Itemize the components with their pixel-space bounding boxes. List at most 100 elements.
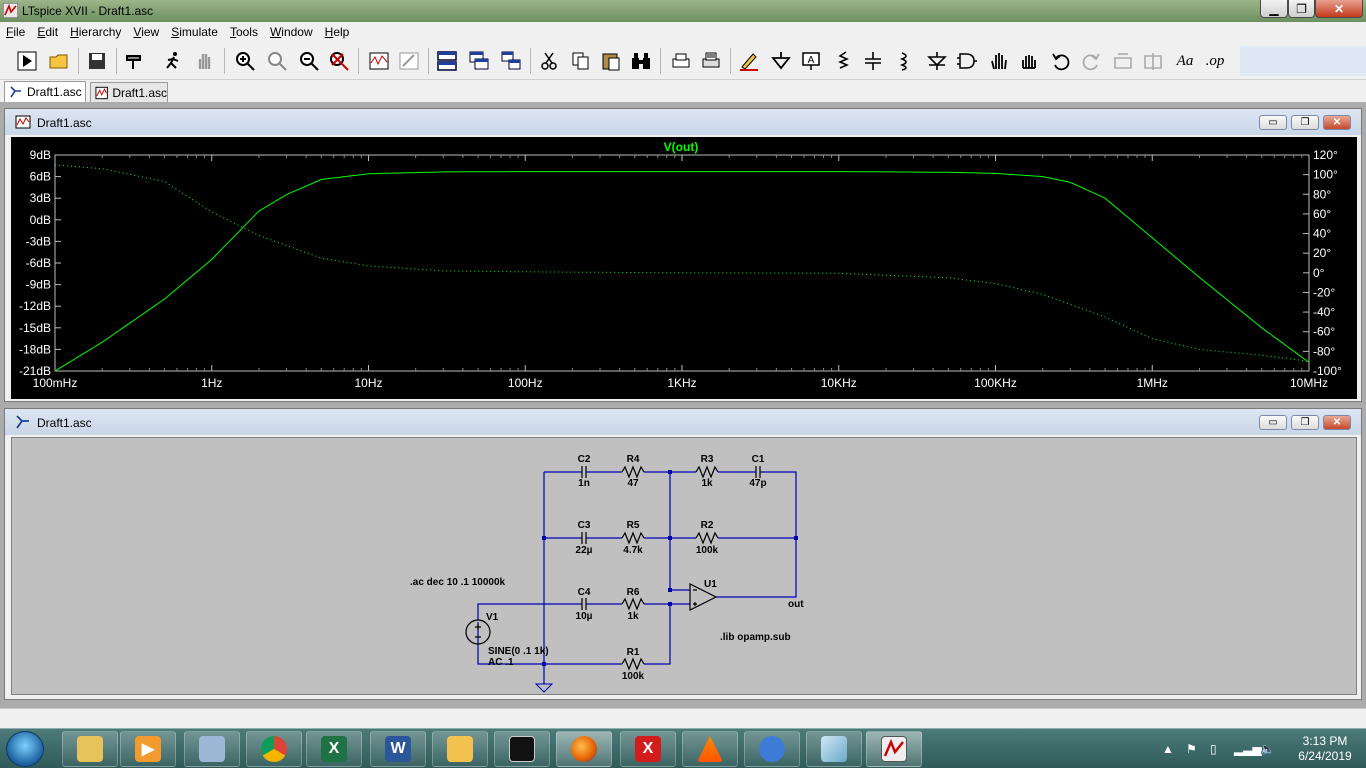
- text-button[interactable]: Aa: [1172, 48, 1198, 74]
- schematic-maximize-button[interactable]: ❐: [1291, 415, 1319, 430]
- r3-label[interactable]: R3: [701, 454, 714, 465]
- v1-sine-value[interactable]: SINE(0 .1 1k): [488, 646, 549, 657]
- schematic-minimize-button[interactable]: ▭: [1259, 415, 1287, 430]
- waveform-plot[interactable]: 100mHz 1Hz 10Hz 100Hz 1KHz 10KHz 100KHz 1MHz 10M…: [11, 137, 1357, 399]
- halt-button[interactable]: [160, 48, 186, 74]
- r2-label[interactable]: R2: [701, 520, 714, 531]
- tile-horizontal-button[interactable]: [434, 48, 460, 74]
- ac-directive[interactable]: .ac dec 10 .1 10000k: [410, 577, 506, 588]
- menu-tools[interactable]: Tools: [224, 25, 264, 39]
- zoom-in-button[interactable]: [232, 48, 258, 74]
- c4-label[interactable]: C4: [578, 587, 591, 598]
- undo-button[interactable]: [1048, 48, 1074, 74]
- label-net-button[interactable]: A: [798, 48, 824, 74]
- resistor-button[interactable]: [830, 48, 856, 74]
- taskbar-cmd[interactable]: [494, 731, 550, 767]
- taskbar-vlc[interactable]: [682, 731, 738, 767]
- copy-button[interactable]: [568, 48, 594, 74]
- inductor-button[interactable]: [892, 48, 918, 74]
- redo-button[interactable]: [1078, 48, 1104, 74]
- schematic-canvas[interactable]: C2 1n R4 47 R3 1k C1 47p C3 22µ R5 4.7k …: [11, 437, 1357, 695]
- waveform-minimize-button[interactable]: ▭: [1259, 115, 1287, 130]
- r4-label[interactable]: R4: [627, 454, 640, 465]
- minimize-button[interactable]: ▁: [1260, 0, 1288, 18]
- menu-file[interactable]: File: [0, 25, 31, 39]
- tray-show-hidden[interactable]: ▲: [1162, 729, 1174, 768]
- r5-label[interactable]: R5: [627, 520, 640, 531]
- r1-value[interactable]: 100k: [622, 671, 645, 682]
- taskbar-excel[interactable]: X: [306, 731, 362, 767]
- taskbar-explorer[interactable]: [62, 731, 118, 767]
- clock[interactable]: 3:13 PM 6/24/2019: [1290, 734, 1360, 764]
- v1-label[interactable]: V1: [486, 612, 499, 623]
- menu-help[interactable]: Help: [319, 25, 356, 39]
- taskbar-calculator[interactable]: [184, 731, 240, 767]
- menu-hierarchy[interactable]: Hierarchy: [64, 25, 127, 39]
- tray-flag-icon[interactable]: ⚑: [1186, 729, 1197, 768]
- schematic-close-button[interactable]: ✕: [1323, 415, 1351, 430]
- tab-waveform[interactable]: Draft1.asc: [90, 82, 168, 102]
- taskbar-chrome[interactable]: [246, 731, 302, 767]
- marker-button[interactable]: [396, 48, 422, 74]
- rotate-button[interactable]: [1110, 48, 1136, 74]
- close-button[interactable]: ✕: [1315, 0, 1363, 18]
- tile-vertical-button[interactable]: [498, 48, 524, 74]
- c1-label[interactable]: C1: [752, 454, 765, 465]
- diode-button[interactable]: [924, 48, 950, 74]
- taskbar-app[interactable]: [806, 731, 862, 767]
- zoom-full-button[interactable]: [264, 48, 290, 74]
- c1-value[interactable]: 47p: [749, 478, 766, 489]
- cascade-button[interactable]: [466, 48, 492, 74]
- lib-directive[interactable]: .lib opamp.sub: [720, 632, 791, 643]
- c2-label[interactable]: C2: [578, 454, 591, 465]
- ground-button[interactable]: [768, 48, 794, 74]
- r6-label[interactable]: R6: [627, 587, 640, 598]
- ground-symbol[interactable]: [534, 683, 554, 693]
- draw-wire-button[interactable]: [736, 48, 762, 74]
- r5-value[interactable]: 4.7k: [623, 545, 643, 556]
- move-button[interactable]: [986, 48, 1012, 74]
- component-button[interactable]: [954, 48, 980, 74]
- paste-button[interactable]: [598, 48, 624, 74]
- taskbar-xmind[interactable]: X: [620, 731, 676, 767]
- print-preview-button[interactable]: [668, 48, 694, 74]
- c3-label[interactable]: C3: [578, 520, 591, 531]
- taskbar-word[interactable]: W: [370, 731, 426, 767]
- tray-device-icon[interactable]: ▯: [1210, 729, 1217, 768]
- start-button[interactable]: [6, 731, 44, 767]
- tray-network-icon[interactable]: ▂▃▅: [1234, 729, 1262, 768]
- taskbar-thunderbird[interactable]: [744, 731, 800, 767]
- taskbar-ltspice[interactable]: [866, 731, 922, 767]
- drag-button[interactable]: [1016, 48, 1042, 74]
- menu-window[interactable]: Window: [264, 25, 319, 39]
- maximize-button[interactable]: ❐: [1288, 0, 1315, 18]
- c2-value[interactable]: 1n: [578, 478, 590, 489]
- r4-value[interactable]: 47: [627, 478, 639, 489]
- menu-view[interactable]: View: [127, 25, 165, 39]
- taskbar-firefox[interactable]: [556, 731, 612, 767]
- v1-ac-value[interactable]: AC .1: [488, 657, 514, 668]
- find-button[interactable]: [628, 48, 654, 74]
- pan-button[interactable]: [192, 48, 218, 74]
- autorange-button[interactable]: [366, 48, 392, 74]
- u1-label[interactable]: U1: [704, 579, 717, 590]
- print-button[interactable]: [698, 48, 724, 74]
- r3-value[interactable]: 1k: [701, 478, 713, 489]
- menu-simulate[interactable]: Simulate: [165, 25, 224, 39]
- save-button[interactable]: [84, 48, 110, 74]
- zoom-out-button[interactable]: [296, 48, 322, 74]
- r1-label[interactable]: R1: [627, 647, 640, 658]
- r6-value[interactable]: 1k: [627, 611, 639, 622]
- tray-volume-icon[interactable]: 🔈: [1260, 729, 1275, 768]
- spice-directive-button[interactable]: .op: [1202, 48, 1228, 74]
- cut-button[interactable]: [536, 48, 562, 74]
- c4-value[interactable]: 10µ: [576, 611, 593, 622]
- c3-value[interactable]: 22µ: [576, 545, 593, 556]
- taskbar-media-player[interactable]: ▶: [120, 731, 176, 767]
- run-button[interactable]: [14, 48, 40, 74]
- menu-edit[interactable]: Edit: [31, 25, 64, 39]
- out-net-label[interactable]: out: [788, 599, 804, 610]
- mirror-button[interactable]: [1140, 48, 1166, 74]
- capacitor-button[interactable]: [860, 48, 886, 74]
- trace-label[interactable]: V(out): [664, 140, 699, 154]
